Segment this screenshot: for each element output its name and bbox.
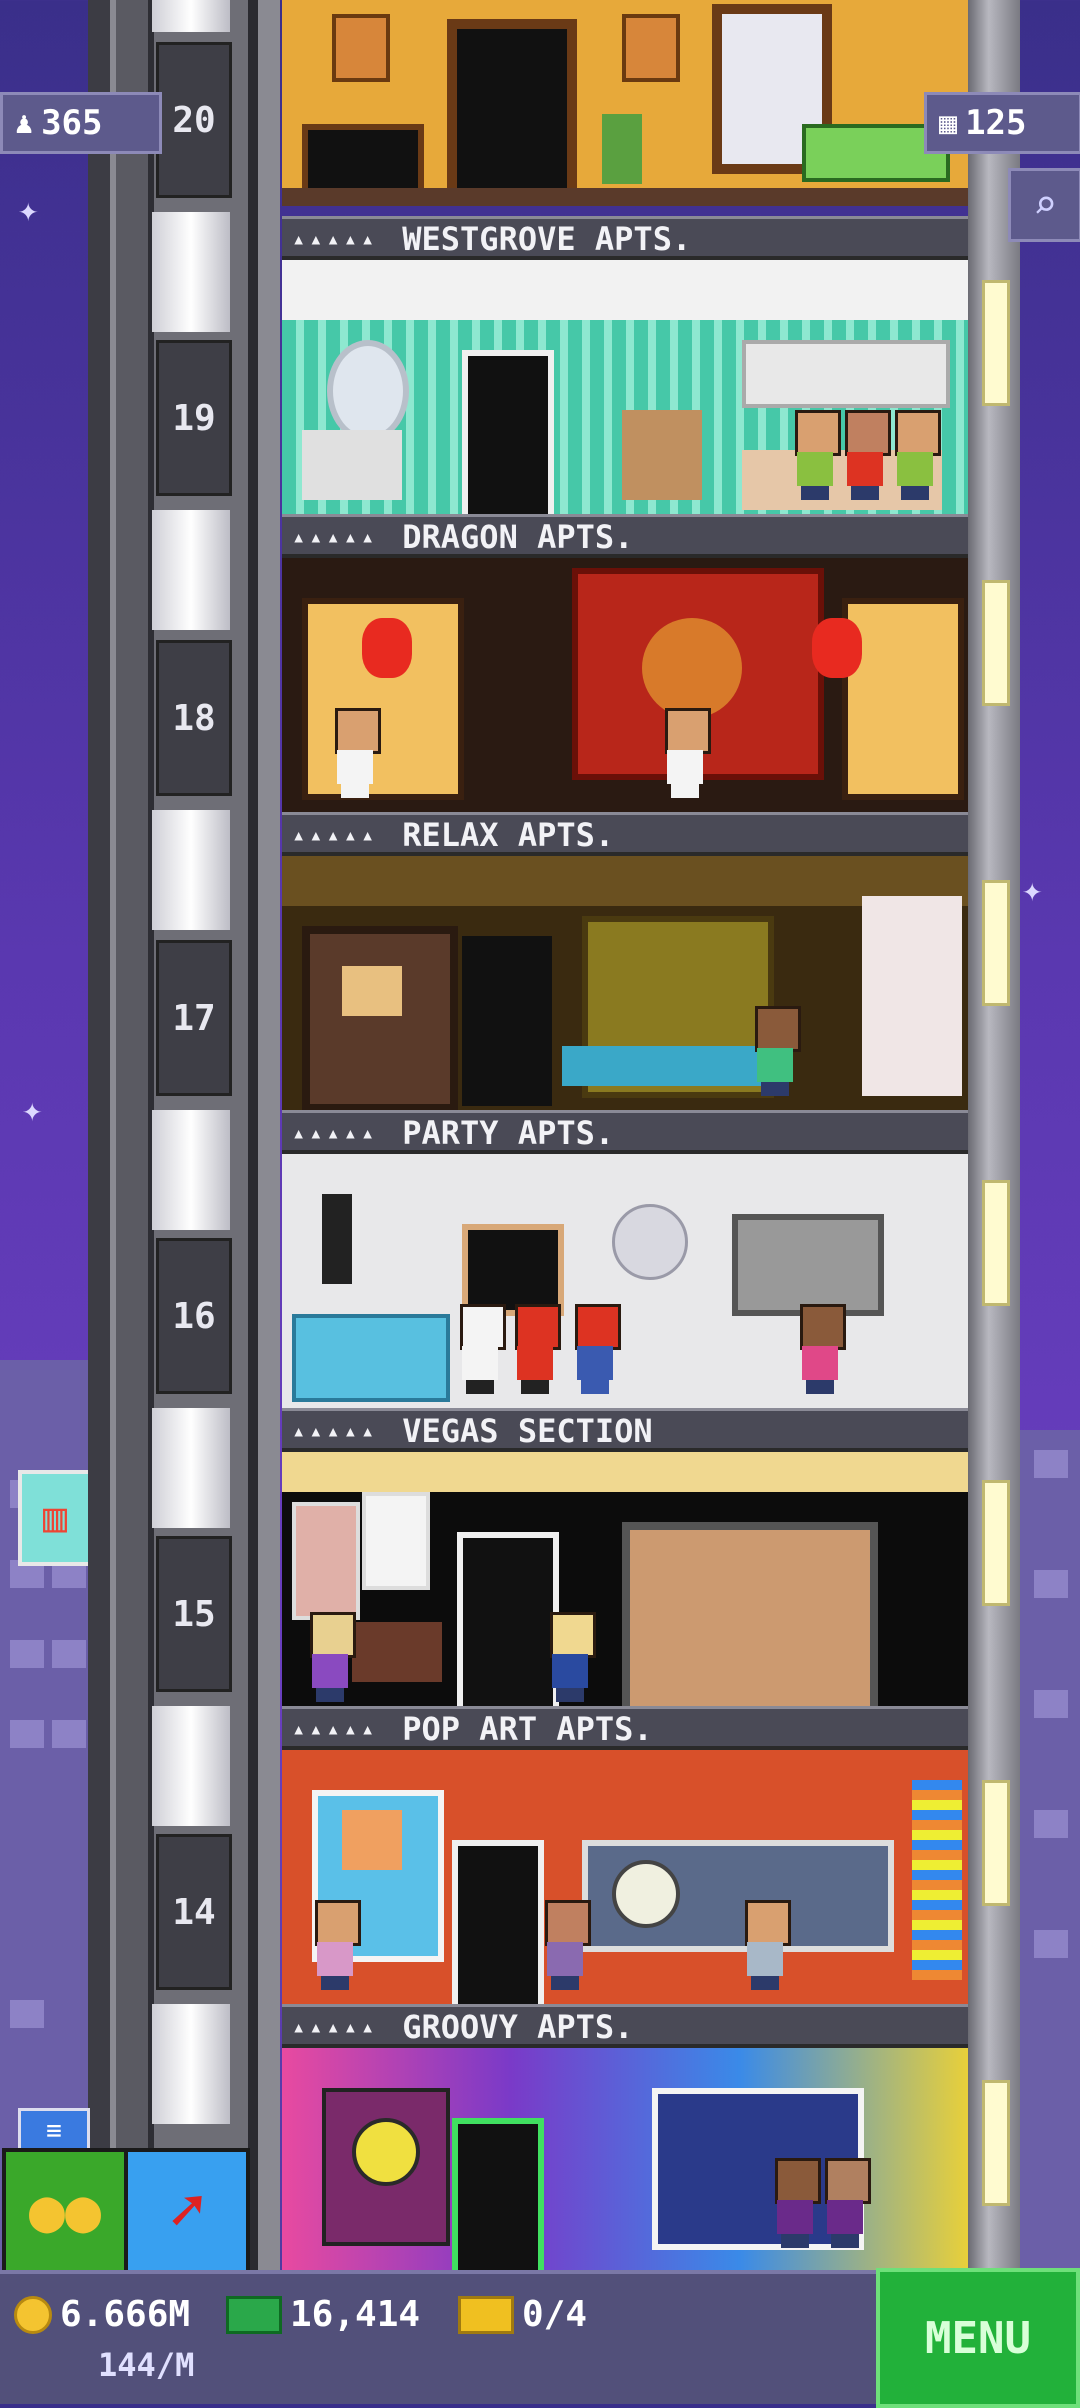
tickets-display: 0/4	[458, 2294, 587, 2335]
floor-number: 17	[156, 940, 232, 1096]
rocket-icon: ➚	[168, 2176, 206, 2246]
menu-button[interactable]: MENU	[876, 2268, 1080, 2408]
search-icon[interactable]: ⌕	[1008, 168, 1080, 242]
person-icon: ♟	[15, 105, 34, 141]
income-rate: 144/M	[98, 2346, 195, 2384]
ticket-icon	[458, 2295, 514, 2334]
bux-icon	[226, 2295, 282, 2334]
floor-16-room[interactable]	[282, 1150, 968, 1426]
building-icon: ▦	[939, 105, 958, 141]
floor-number: 16	[156, 1238, 232, 1394]
floor-counter[interactable]: ▦ 125	[924, 92, 1080, 154]
floor-number: 18	[156, 640, 232, 796]
floor-18-room[interactable]	[282, 554, 968, 830]
star-decoration: ✦	[22, 1090, 43, 1130]
coins-icon: ●●	[28, 2176, 102, 2246]
bux-display: 16,414	[226, 2294, 420, 2335]
elevator-segment	[152, 510, 230, 630]
floor-number: 20	[156, 42, 232, 198]
star-decoration: ✦	[18, 190, 39, 230]
elevator-segment	[152, 1110, 230, 1230]
population-counter[interactable]: ♟ 365	[0, 92, 162, 154]
rocket-button[interactable]: ➚	[124, 2148, 250, 2274]
floor-19-room[interactable]	[282, 256, 968, 532]
elevator-segment	[152, 0, 230, 32]
elevator-segment	[152, 1408, 230, 1528]
floor-17-room[interactable]	[282, 852, 968, 1128]
floor-number: 19	[156, 340, 232, 496]
coins-button[interactable]: ●●	[2, 2148, 128, 2274]
fries-icon[interactable]: ▥	[18, 1470, 92, 1566]
floor-15-room[interactable]	[282, 1448, 968, 1724]
elevator-segment	[152, 2004, 230, 2124]
floor-number: 14	[156, 1834, 232, 1990]
floor-number: 15	[156, 1536, 232, 1692]
floor-14-room[interactable]	[282, 1746, 968, 2022]
floor-20-room[interactable]	[282, 0, 968, 206]
elevator-segment	[152, 810, 230, 930]
elevator-segment	[152, 1706, 230, 1826]
floor-13-room[interactable]	[282, 2044, 968, 2274]
elevator-segment	[152, 212, 230, 332]
star-decoration: ✦	[1022, 870, 1043, 910]
coins-display: 6.666M	[14, 2294, 190, 2335]
building-pillar	[968, 0, 1020, 2270]
coin-icon	[14, 2295, 52, 2334]
background-building	[1020, 1430, 1080, 2270]
